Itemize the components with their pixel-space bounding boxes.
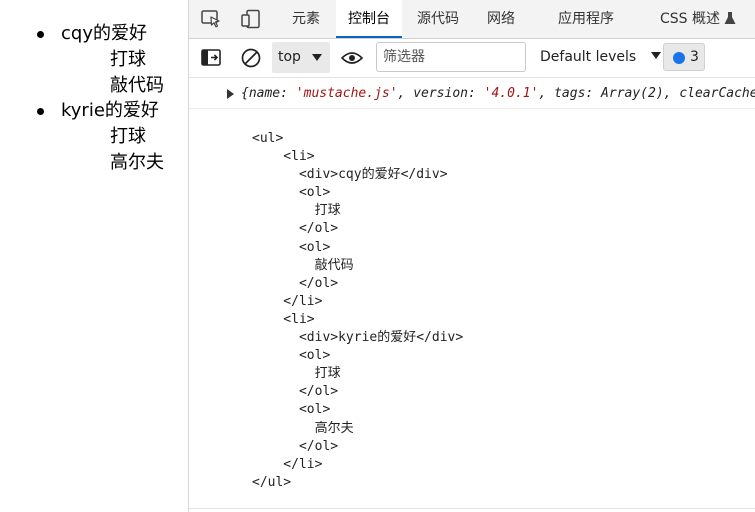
code-line: <div>cqy的爱好</div> [252,167,448,183]
code-line: </li> [252,456,323,472]
person-name: kyrie的爱好 [61,100,159,121]
console-output: {name: 'mustache.js', version: '4.0.1', … [189,78,755,512]
tab-application[interactable]: 应用程序 [558,0,614,38]
live-expression-eye-icon[interactable] [340,48,364,68]
log-levels-label: Default levels [540,49,637,65]
code-line: </ol> [252,438,339,454]
tab-elements[interactable]: 元素 [292,0,320,38]
tab-console[interactable]: 控制台 [336,0,402,38]
code-line: </ol> [252,221,339,237]
code-line: </ul> [252,474,292,490]
chevron-down-icon [650,52,661,59]
tab-css-overview[interactable]: CSS 概述 [660,0,720,38]
console-prompt-separator [189,508,755,509]
code-line: <ol> [252,402,331,418]
object-preview: {name: 'mustache.js', version: '4.0.1', … [241,86,755,101]
code-line: <ul> [252,131,284,146]
console-object-row[interactable]: {name: 'mustache.js', version: '4.0.1', … [189,84,755,104]
rendered-page: cqy的爱好 打球 敲代码 kyrie的爱好 打球 高尔夫 [0,0,188,512]
hobby-item: 打球 [110,49,146,70]
code-line: <li> [252,311,315,327]
flask-icon[interactable] [723,9,737,29]
console-toolbar: top Default levels 3 [189,39,755,78]
code-line: </li> [252,293,323,309]
message-count-badge[interactable]: 3 [663,43,705,71]
devtools-tab-bar: 元素 控制台 源代码 网络 应用程序 CSS 概述 [189,0,755,39]
filter-input[interactable] [376,42,526,72]
chevron-down-icon [312,54,322,61]
hobby-item: 敲代码 [110,75,164,96]
message-icon [673,52,685,64]
code-line: </ol> [252,275,339,291]
bullet-icon [37,31,44,38]
code-line: </ol> [252,384,339,400]
hobby-item: 高尔夫 [110,152,164,173]
console-log-html: <ul> <li> <div>cqy的爱好</div> <ol> 打球 </ol… [252,130,463,492]
code-line: 敲代码 [252,257,354,273]
bullet-icon [37,108,44,115]
devtools-panel: 元素 控制台 源代码 网络 应用程序 CSS 概述 top 筛选器 Defaul… [189,0,755,512]
code-line: 高尔夫 [252,420,354,436]
tab-network[interactable]: 网络 [487,0,515,38]
context-value: top [278,49,301,65]
person-name: cqy的爱好 [61,23,147,44]
tab-sources[interactable]: 源代码 [417,0,459,38]
show-sidebar-icon[interactable] [200,48,222,68]
context-selector[interactable]: top [272,42,330,73]
code-line: 打球 [252,366,341,382]
message-count: 3 [690,49,699,65]
hobby-item: 打球 [110,126,146,147]
code-line: <ol> [252,348,331,364]
code-line: <ol> [252,185,331,201]
code-line: 打球 [252,203,341,219]
device-toolbar-icon[interactable] [240,9,262,29]
code-line: <ol> [252,239,331,255]
log-levels-dropdown[interactable]: Default levels [540,42,661,73]
code-line: <div>kyrie的爱好</div> [252,330,464,346]
console-row-separator [189,108,755,109]
clear-console-icon[interactable] [240,47,262,68]
expand-arrow-icon[interactable] [227,89,234,99]
code-line: <li> [252,149,315,165]
inspect-element-icon[interactable] [200,9,222,29]
